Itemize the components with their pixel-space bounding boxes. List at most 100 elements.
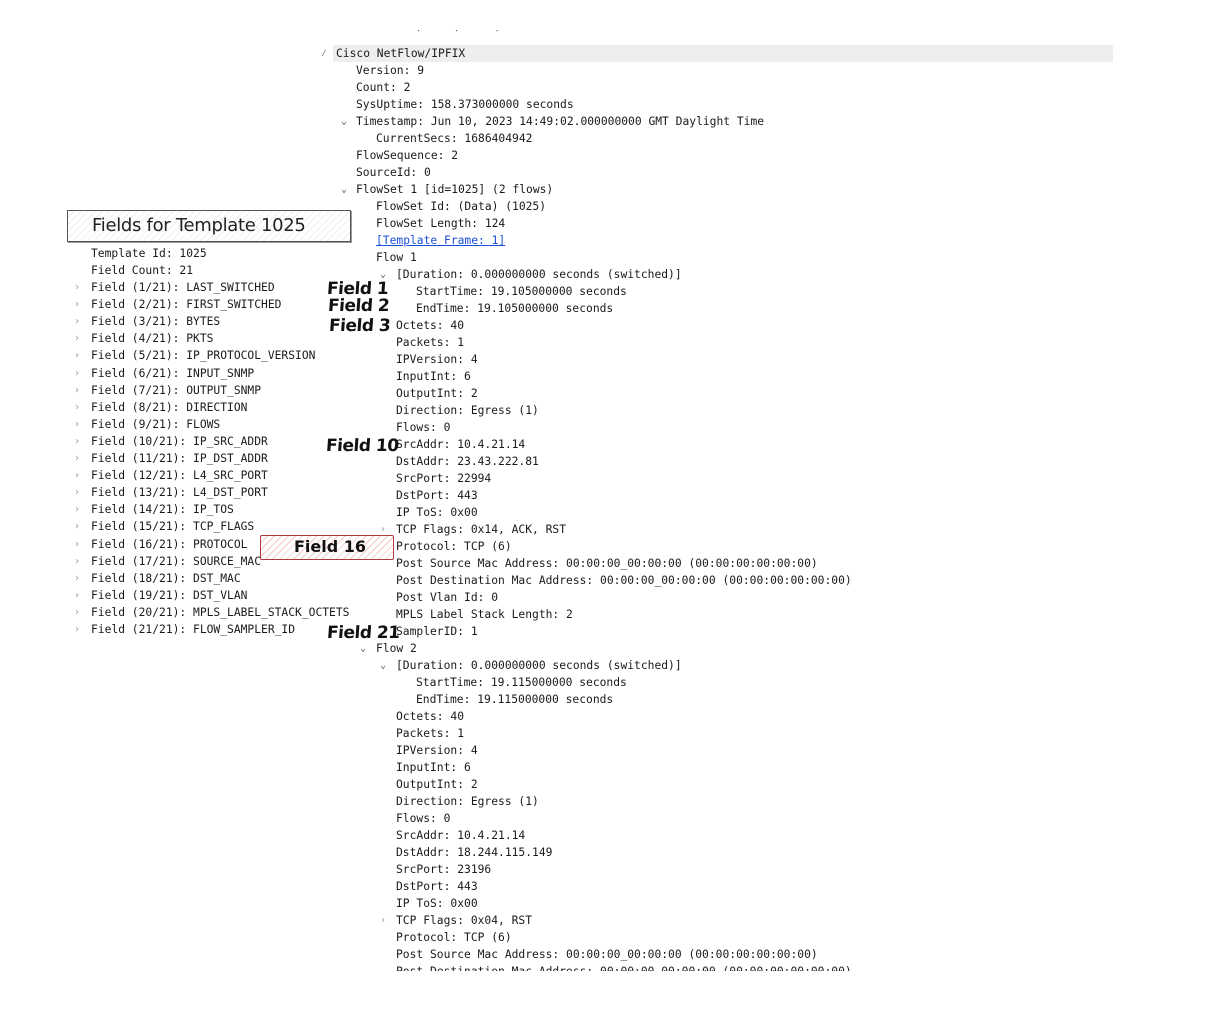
template-field-item[interactable]: Field (5/21): IP_PROTOCOL_VERSION [91, 347, 315, 364]
collapsed-arrow-icon[interactable]: › [71, 399, 83, 416]
flow1-src-port[interactable]: SrcPort: 22994 [396, 470, 491, 487]
flow1-dst-addr[interactable]: DstAddr: 23.43.222.81 [396, 453, 539, 470]
tree-item-count[interactable]: Count: 2 [356, 79, 410, 96]
collapsed-arrow-icon[interactable]: › [71, 553, 83, 570]
flow2-ip-version[interactable]: IPVersion: 4 [396, 742, 478, 759]
flow1-mpls-label-stack-length[interactable]: MPLS Label Stack Length: 2 [396, 606, 573, 623]
flow1-dst-port[interactable]: DstPort: 443 [396, 487, 478, 504]
template-field-item[interactable]: Field (11/21): IP_DST_ADDR [91, 450, 268, 467]
protocol-header-label[interactable]: Cisco NetFlow/IPFIX [336, 45, 465, 62]
collapsed-arrow-icon[interactable]: › [71, 518, 83, 535]
template-field-item[interactable]: Field (2/21): FIRST_SWITCHED [91, 296, 281, 313]
template-field-item[interactable]: Field (21/21): FLOW_SAMPLER_ID [91, 621, 295, 638]
flow1-post-vlan-id[interactable]: Post Vlan Id: 0 [396, 589, 498, 606]
flow1-output-int[interactable]: OutputInt: 2 [396, 385, 478, 402]
tree-item-flow-1[interactable]: Flow 1 [376, 249, 417, 266]
template-field-item[interactable]: Field (16/21): PROTOCOL [91, 536, 247, 553]
template-field-item[interactable]: Field (10/21): IP_SRC_ADDR [91, 433, 268, 450]
flow2-octets[interactable]: Octets: 40 [396, 708, 464, 725]
flow2-input-int[interactable]: InputInt: 6 [396, 759, 471, 776]
collapsed-arrow-icon[interactable]: › [71, 330, 83, 347]
template-field-item[interactable]: Field (8/21): DIRECTION [91, 399, 247, 416]
flow2-protocol[interactable]: Protocol: TCP (6) [396, 929, 512, 946]
flow2-dst-addr[interactable]: DstAddr: 18.244.115.149 [396, 844, 552, 861]
flow2-start-time[interactable]: StartTime: 19.115000000 seconds [416, 674, 627, 691]
collapsed-arrow-icon[interactable]: › [71, 433, 83, 450]
flow1-octets[interactable]: Octets: 40 [396, 317, 464, 334]
collapsed-arrow-icon[interactable]: › [71, 501, 83, 518]
tree-item-flowset-length[interactable]: FlowSet Length: 124 [376, 215, 505, 232]
collapse-arrow-icon[interactable]: ⁄ [318, 45, 330, 62]
flow2-post-src-mac[interactable]: Post Source Mac Address: 00:00:00_00:00:… [396, 946, 818, 963]
flow2-direction[interactable]: Direction: Egress (1) [396, 793, 539, 810]
template-field-item[interactable]: Field (18/21): DST_MAC [91, 570, 241, 587]
expand-arrow-icon[interactable]: ⌄ [338, 113, 350, 130]
template-frame-link[interactable]: [Template Frame: 1] [376, 232, 505, 249]
flow1-tcp-flags[interactable]: TCP Flags: 0x14, ACK, RST [396, 521, 566, 538]
flow1-post-dst-mac[interactable]: Post Destination Mac Address: 00:00:00_0… [396, 572, 852, 589]
collapsed-arrow-icon[interactable]: › [71, 296, 83, 313]
expand-arrow-icon[interactable]: ⌄ [338, 181, 350, 198]
tree-item-version[interactable]: Version: 9 [356, 62, 424, 79]
flow1-duration[interactable]: [Duration: 0.000000000 seconds (switched… [396, 266, 682, 283]
template-field-item[interactable]: Field (9/21): FLOWS [91, 416, 220, 433]
template-field-item[interactable]: Field (15/21): TCP_FLAGS [91, 518, 254, 535]
collapsed-arrow-icon[interactable]: › [71, 416, 83, 433]
tree-item-timestamp[interactable]: Timestamp: Jun 10, 2023 14:49:02.0000000… [356, 113, 764, 130]
flow1-ip-version[interactable]: IPVersion: 4 [396, 351, 478, 368]
flow1-sampler-id[interactable]: SamplerID: 1 [396, 623, 478, 640]
template-field-item[interactable]: Field (1/21): LAST_SWITCHED [91, 279, 275, 296]
tree-item-source-id[interactable]: SourceId: 0 [356, 164, 431, 181]
collapsed-arrow-icon[interactable]: › [377, 912, 389, 929]
flow2-tcp-flags[interactable]: TCP Flags: 0x04, RST [396, 912, 532, 929]
flow2-output-int[interactable]: OutputInt: 2 [396, 776, 478, 793]
tree-item-flow-sequence[interactable]: FlowSequence: 2 [356, 147, 458, 164]
template-field-item[interactable]: Field (4/21): PKTS [91, 330, 213, 347]
flow1-post-src-mac[interactable]: Post Source Mac Address: 00:00:00_00:00:… [396, 555, 818, 572]
collapsed-arrow-icon[interactable]: › [71, 536, 83, 553]
tree-item-flowset[interactable]: FlowSet 1 [id=1025] (2 flows) [356, 181, 553, 198]
flow2-ip-tos[interactable]: IP ToS: 0x00 [396, 895, 478, 912]
flow1-start-time[interactable]: StartTime: 19.105000000 seconds [416, 283, 627, 300]
template-field-item[interactable]: Field (14/21): IP_TOS [91, 501, 234, 518]
template-field-item[interactable]: Field (13/21): L4_DST_PORT [91, 484, 268, 501]
collapsed-arrow-icon[interactable]: › [71, 587, 83, 604]
flow2-duration[interactable]: [Duration: 0.000000000 seconds (switched… [396, 657, 682, 674]
template-field-item[interactable]: Field (3/21): BYTES [91, 313, 220, 330]
collapsed-arrow-icon[interactable]: › [71, 570, 83, 587]
flow1-flows[interactable]: Flows: 0 [396, 419, 450, 436]
template-field-item[interactable]: Field (19/21): DST_VLAN [91, 587, 247, 604]
flow1-direction[interactable]: Direction: Egress (1) [396, 402, 539, 419]
collapsed-arrow-icon[interactable]: › [71, 604, 83, 621]
template-field-item[interactable]: Field (7/21): OUTPUT_SNMP [91, 382, 261, 399]
collapsed-arrow-icon[interactable]: › [71, 382, 83, 399]
flow1-ip-tos[interactable]: IP ToS: 0x00 [396, 504, 478, 521]
template-field-item[interactable]: Field (20/21): MPLS_LABEL_STACK_OCTETS [91, 604, 349, 621]
flow2-flows[interactable]: Flows: 0 [396, 810, 450, 827]
flow2-packets[interactable]: Packets: 1 [396, 725, 464, 742]
collapsed-arrow-icon[interactable]: › [71, 484, 83, 501]
expand-arrow-icon[interactable]: ⌄ [377, 657, 389, 674]
tree-item-sysuptime[interactable]: SysUptime: 158.373000000 seconds [356, 96, 574, 113]
collapsed-arrow-icon[interactable]: › [71, 279, 83, 296]
collapsed-arrow-icon[interactable]: › [71, 621, 83, 638]
flow1-input-int[interactable]: InputInt: 6 [396, 368, 471, 385]
flow2-end-time[interactable]: EndTime: 19.115000000 seconds [416, 691, 613, 708]
flow1-end-time[interactable]: EndTime: 19.105000000 seconds [416, 300, 613, 317]
template-field-item[interactable]: Field (17/21): SOURCE_MAC [91, 553, 261, 570]
flow1-src-addr[interactable]: SrcAddr: 10.4.21.14 [396, 436, 525, 453]
flow1-protocol[interactable]: Protocol: TCP (6) [396, 538, 512, 555]
flow2-src-addr[interactable]: SrcAddr: 10.4.21.14 [396, 827, 525, 844]
template-field-item[interactable]: Field (12/21): L4_SRC_PORT [91, 467, 268, 484]
collapsed-arrow-icon[interactable]: › [71, 313, 83, 330]
flow1-packets[interactable]: Packets: 1 [396, 334, 464, 351]
flow2-src-port[interactable]: SrcPort: 23196 [396, 861, 491, 878]
flow2-dst-port[interactable]: DstPort: 443 [396, 878, 478, 895]
collapsed-arrow-icon[interactable]: › [71, 365, 83, 382]
template-field-item[interactable]: Field (6/21): INPUT_SNMP [91, 365, 254, 382]
collapsed-arrow-icon[interactable]: › [71, 347, 83, 364]
collapsed-arrow-icon[interactable]: › [71, 467, 83, 484]
tree-item-flowset-id[interactable]: FlowSet Id: (Data) (1025) [376, 198, 546, 215]
collapsed-arrow-icon[interactable]: › [71, 450, 83, 467]
tree-item-current-secs[interactable]: CurrentSecs: 1686404942 [376, 130, 532, 147]
